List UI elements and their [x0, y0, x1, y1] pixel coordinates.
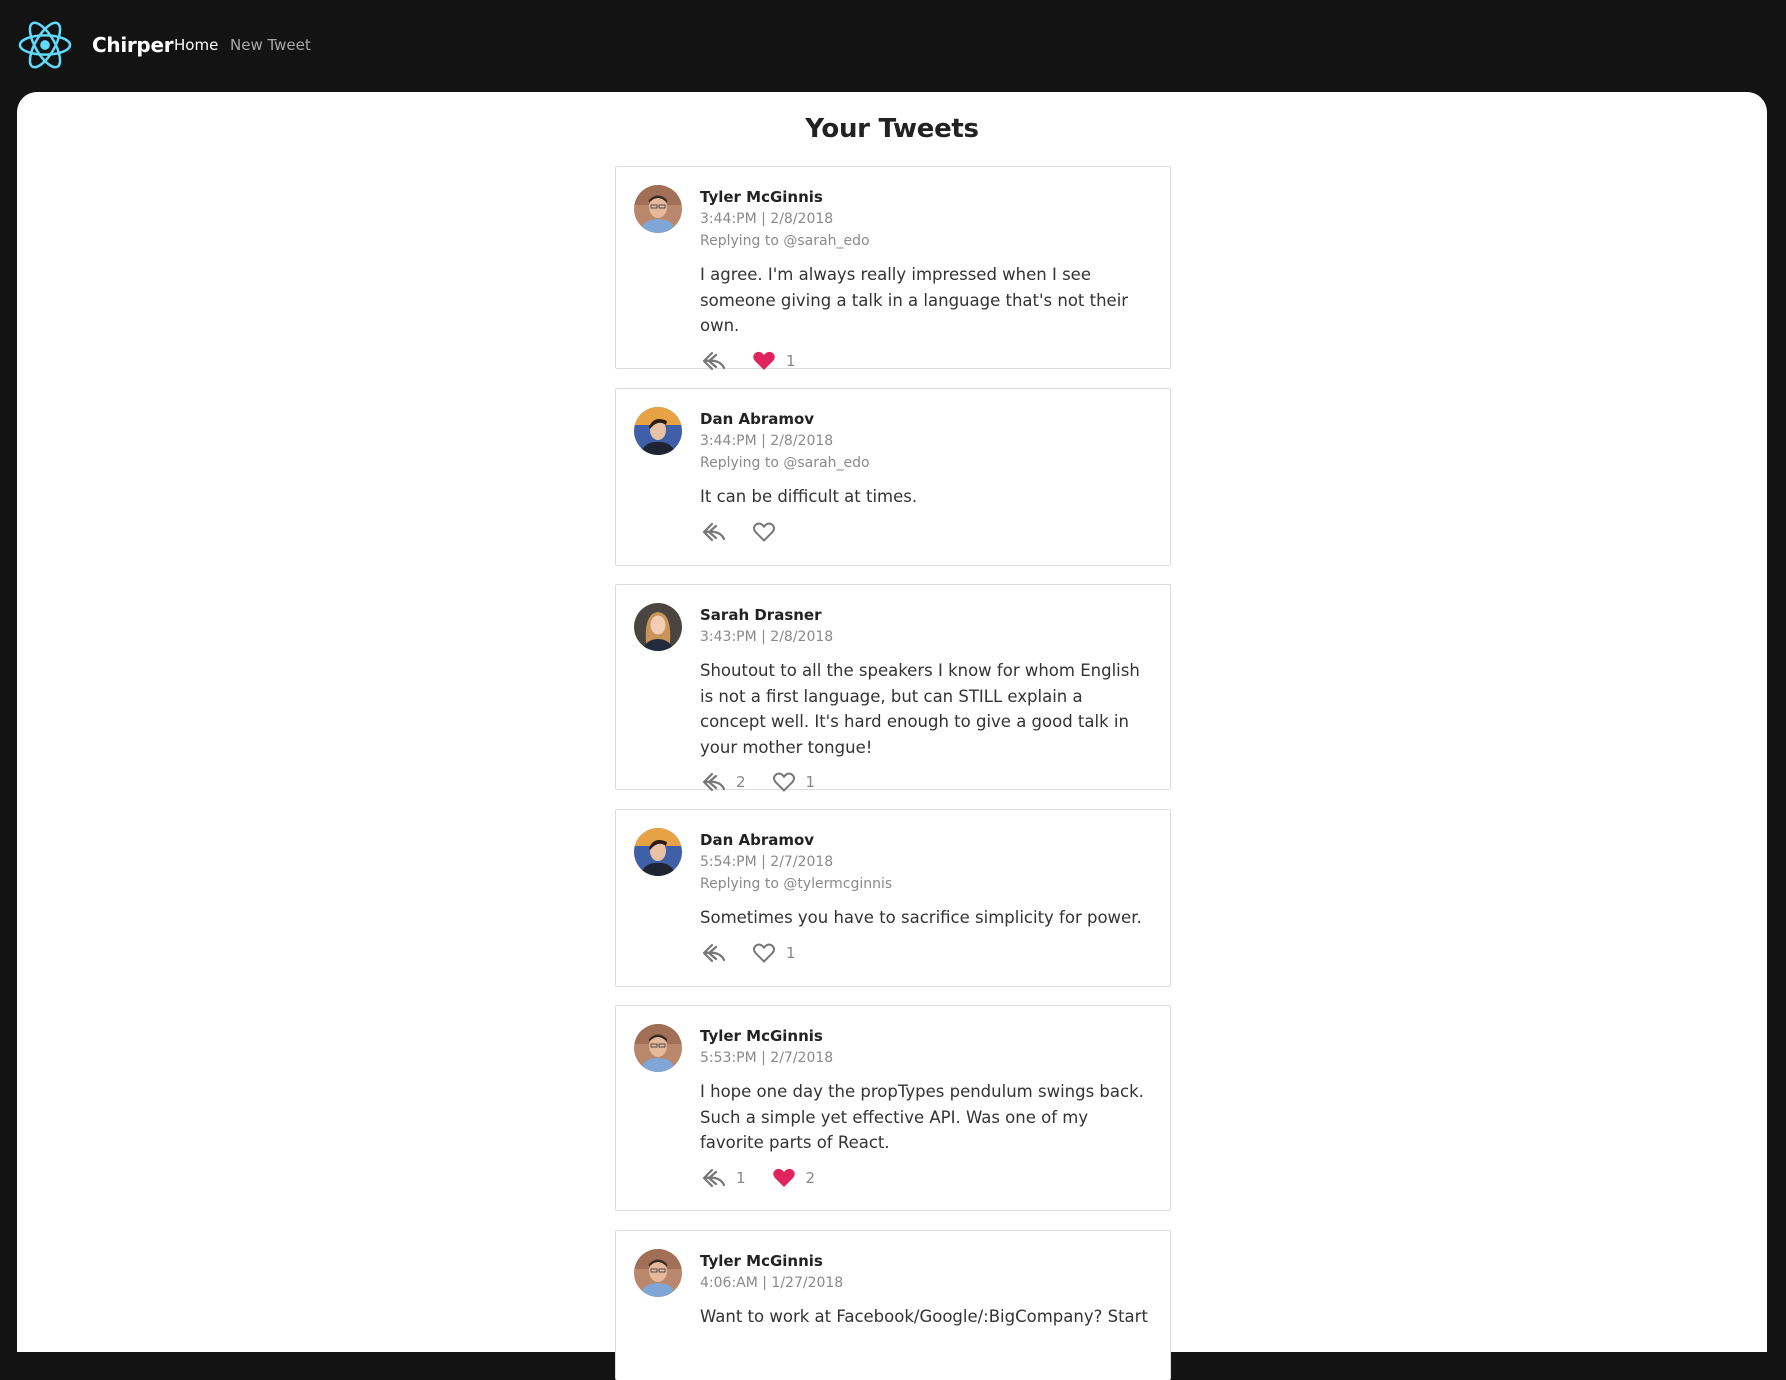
tweet-info: Dan Abramov 5:54:PM | 2/7/2018 Replying to… — [700, 830, 1150, 965]
reply-icon — [702, 772, 726, 792]
replying-to[interactable]: Replying to @tylermcginnis — [700, 873, 1150, 895]
reply-count: 2 — [736, 773, 746, 791]
tweet-actions — [700, 520, 1150, 544]
tweet-author: Tyler McGinnis — [700, 1252, 823, 1270]
tweet-timestamp: 3:43:PM | 2/8/2018 — [700, 629, 834, 645]
avatar[interactable] — [634, 407, 682, 455]
tweet-timestamp: 5:54:PM | 2/7/2018 — [700, 854, 834, 870]
reply-button[interactable] — [702, 351, 726, 371]
tweet-timestamp: 3:44:PM | 2/8/2018 — [700, 211, 834, 227]
like-count: 1 — [805, 773, 816, 791]
heart-filled-icon — [772, 1167, 796, 1189]
reply-count: 1 — [736, 1168, 746, 1187]
avatar-image-icon — [634, 828, 682, 876]
tweet-card[interactable]: Dan Abramov 3:44:PM | 2/8/2018 Replying to… — [615, 388, 1171, 566]
brand-name: Chirper — [92, 33, 174, 57]
avatar[interactable] — [634, 828, 682, 876]
avatar-image-icon — [634, 1249, 682, 1297]
reply-icon — [702, 943, 726, 963]
like-button[interactable]: 1 — [752, 350, 796, 372]
like-button[interactable]: 1 — [752, 942, 796, 964]
main-content: Your Tweets Tyler McGinnis 3:44:PM | 2/8/… — [17, 92, 1767, 1380]
tweet-actions: 1 — [700, 941, 1150, 965]
page-title: Your Tweets — [805, 114, 979, 144]
react-logo-icon[interactable] — [16, 19, 74, 71]
heart-outline-icon — [752, 521, 776, 543]
avatar[interactable] — [634, 1024, 682, 1072]
avatar[interactable] — [634, 603, 682, 651]
tweet-card[interactable]: Sarah Drasner 3:43:PM | 2/8/2018 Shoutout … — [615, 584, 1171, 792]
top-navbar: Chirper Home New Tweet — [0, 0, 1786, 92]
tweet-timestamp: 4:06:AM | 1/27/2018 — [700, 1275, 844, 1291]
tweet-info: Sarah Drasner 3:43:PM | 2/8/2018 Shoutout … — [700, 605, 1150, 794]
avatar[interactable] — [634, 1249, 682, 1297]
like-button[interactable]: 2 — [772, 1167, 816, 1189]
reply-button[interactable]: 1 — [702, 1168, 746, 1188]
heart-filled-icon — [752, 350, 776, 372]
tweet-text: I hope one day the propTypes pendulum sw… — [700, 1082, 1144, 1152]
tweet-card[interactable]: Tyler McGinnis 3:44:PM | 2/8/2018 Replying… — [615, 166, 1171, 370]
reply-button[interactable] — [702, 522, 726, 542]
reply-icon — [702, 522, 726, 542]
avatar-image-icon — [634, 185, 682, 233]
tweet-text: It can be difficult at times. — [700, 487, 918, 506]
tweet-author: Dan Abramov — [700, 410, 815, 428]
like-count: 1 — [786, 943, 796, 962]
reply-icon — [702, 1168, 726, 1188]
tweet-actions: 21 — [700, 770, 1150, 794]
tweet-text: Shoutout to all the speakers I know for … — [700, 661, 1140, 757]
tweet-author: Sarah Drasner — [700, 606, 822, 624]
reply-button[interactable]: 2 — [702, 772, 746, 792]
like-button[interactable] — [752, 521, 776, 543]
like-button[interactable]: 1 — [772, 771, 816, 793]
tweet-info: Tyler McGinnis 4:06:AM | 1/27/2018 Want to… — [700, 1251, 1150, 1330]
heart-outline-icon — [772, 771, 796, 793]
tweet-timestamp: 3:44:PM | 2/8/2018 — [700, 433, 834, 449]
reply-button[interactable] — [702, 943, 726, 963]
tweet-text: I agree. I'm always really impressed whe… — [700, 265, 1129, 335]
like-count: 2 — [805, 1168, 816, 1187]
nav-home-link[interactable]: Home — [174, 36, 218, 54]
avatar-image-icon — [634, 1024, 682, 1072]
tweet-timestamp: 5:53:PM | 2/7/2018 — [700, 1050, 834, 1066]
tweet-text: Sometimes you have to sacrifice simplici… — [700, 908, 1142, 927]
avatar[interactable] — [634, 185, 682, 233]
tweet-text: Want to work at Facebook/Google/:BigComp… — [700, 1307, 1148, 1326]
tweet-info: Tyler McGinnis 3:44:PM | 2/8/2018 Replying… — [700, 187, 1150, 373]
nav-new-tweet-link[interactable]: New Tweet — [230, 36, 311, 54]
tweet-actions: 1 — [700, 349, 1150, 373]
tweet-info: Dan Abramov 3:44:PM | 2/8/2018 Replying to… — [700, 409, 1150, 544]
replying-to[interactable]: Replying to @sarah_edo — [700, 230, 1150, 252]
reply-icon — [702, 351, 726, 371]
like-count: 1 — [786, 351, 796, 370]
replying-to[interactable]: Replying to @sarah_edo — [700, 452, 1150, 474]
tweet-author: Tyler McGinnis — [700, 188, 823, 206]
tweet-actions: 12 — [700, 1166, 1150, 1190]
tweet-card[interactable]: Tyler McGinnis 5:53:PM | 2/7/2018 I hope o… — [615, 1005, 1171, 1211]
tweet-card[interactable]: Dan Abramov 5:54:PM | 2/7/2018 Replying to… — [615, 809, 1171, 987]
tweet-info: Tyler McGinnis 5:53:PM | 2/7/2018 I hope o… — [700, 1026, 1150, 1190]
tweet-author: Dan Abramov — [700, 831, 815, 849]
avatar-image-icon — [634, 407, 682, 455]
avatar-image-icon — [634, 603, 682, 651]
tweet-card[interactable]: Tyler McGinnis 4:06:AM | 1/27/2018 Want to… — [615, 1230, 1171, 1380]
heart-outline-icon — [752, 942, 776, 964]
tweet-author: Tyler McGinnis — [700, 1027, 823, 1045]
